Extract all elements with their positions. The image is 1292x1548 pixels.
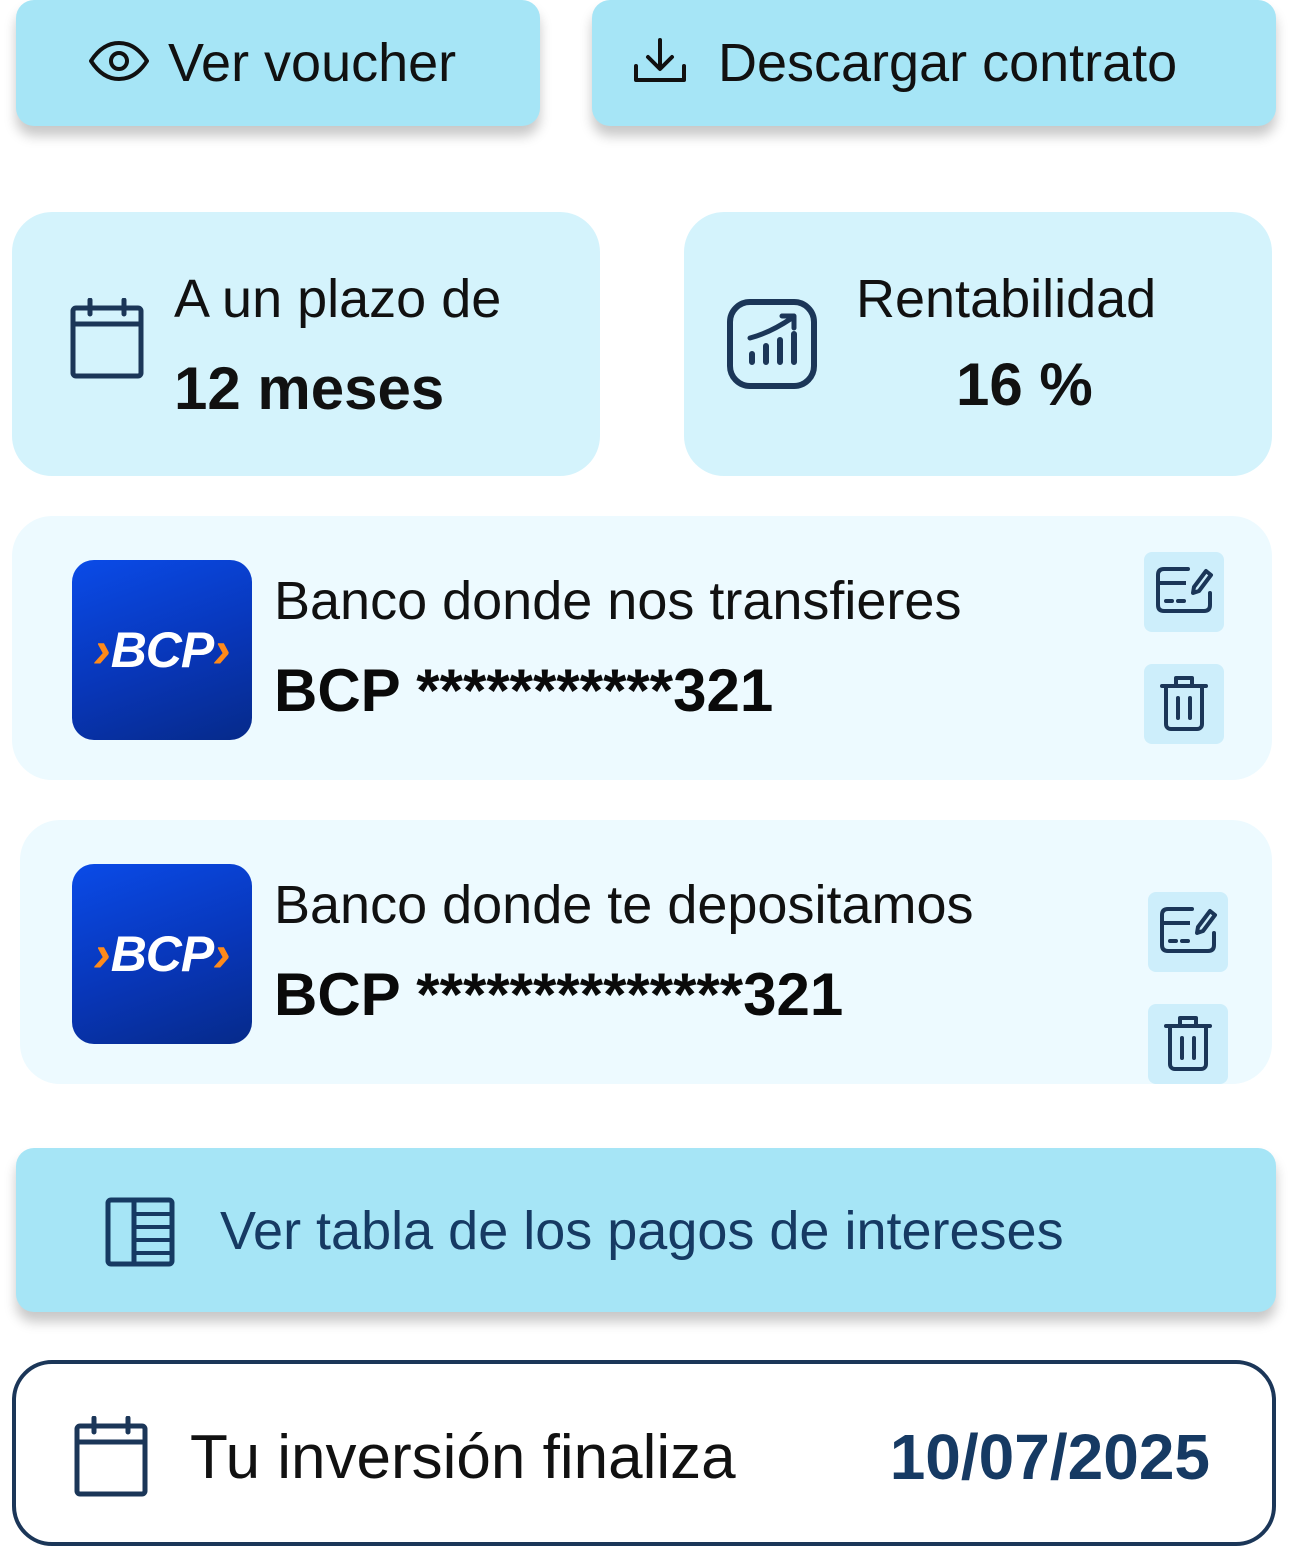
investment-end-box: Tu inversión finaliza 10/07/2025 (12, 1360, 1276, 1546)
bcp-logo: › BCP › (72, 560, 252, 740)
view-interest-table-label: Ver tabla de los pagos de intereses (220, 1201, 1064, 1261)
bank-deposit-title: Banco donde te depositamos (274, 875, 974, 935)
term-value: 12 meses (174, 355, 445, 422)
term-label: A un plazo de (174, 269, 502, 329)
bank-transfer-card: › BCP › Banco donde nos transfieres BCP **… (12, 516, 1272, 780)
return-label: Rentabilidad (856, 269, 1157, 329)
calendar-icon (74, 1415, 148, 1503)
edit-bank-transfer-button[interactable] (1144, 552, 1224, 632)
term-card: A un plazo de 12 meses (12, 212, 600, 476)
calendar-icon (70, 297, 144, 385)
edit-bank-deposit-button[interactable] (1148, 892, 1228, 972)
view-interest-table-button[interactable]: Ver tabla de los pagos de intereses (16, 1148, 1276, 1312)
download-contract-button[interactable]: Descargar contrato (592, 0, 1276, 126)
bcp-logo: › BCP › (72, 864, 252, 1044)
bank-transfer-account: BCP ***********321 (274, 657, 774, 724)
delete-bank-deposit-button[interactable] (1148, 1004, 1228, 1084)
download-contract-label: Descargar contrato (718, 33, 1178, 93)
trash-icon (1162, 1012, 1214, 1077)
growth-chart-icon (726, 298, 818, 395)
view-voucher-button[interactable]: Ver voucher (16, 0, 540, 126)
edit-card-icon (1158, 903, 1218, 962)
edit-card-icon (1154, 563, 1214, 622)
bank-transfer-title: Banco donde nos transfieres (274, 571, 962, 631)
bank-deposit-card: › BCP › Banco donde te depositamos BCP ***… (20, 820, 1272, 1084)
trash-icon (1158, 672, 1210, 737)
return-value: 16 % (956, 351, 1093, 418)
view-voucher-label: Ver voucher (168, 33, 457, 93)
investment-end-label: Tu inversión finaliza (190, 1423, 736, 1492)
table-icon (104, 1196, 176, 1273)
bank-deposit-account: BCP **************321 (274, 961, 844, 1028)
return-card: Rentabilidad 16 % (684, 212, 1272, 476)
delete-bank-transfer-button[interactable] (1144, 664, 1224, 744)
eye-icon (88, 40, 150, 86)
download-icon (632, 36, 688, 91)
investment-end-date: 10/07/2025 (889, 1421, 1210, 1493)
